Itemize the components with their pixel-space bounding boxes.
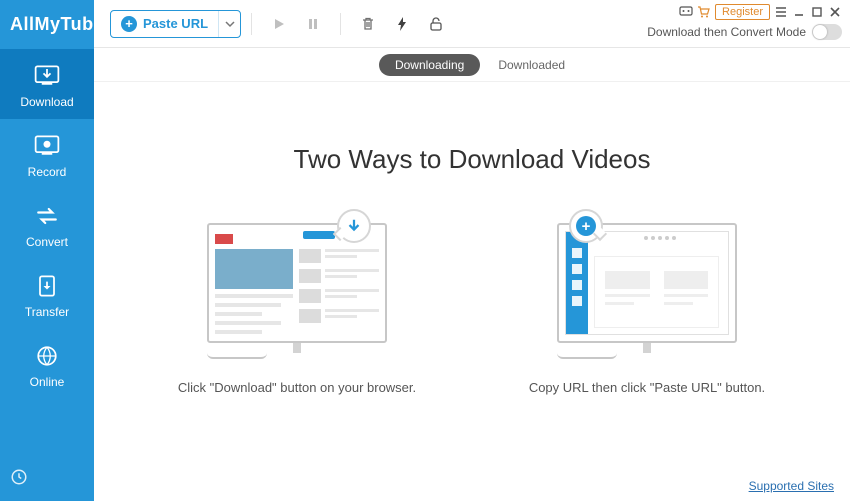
- convert-mode-toggle[interactable]: [812, 24, 842, 40]
- separator: [340, 13, 341, 35]
- sidebar-item-label: Convert: [26, 235, 68, 249]
- minimize-icon: [793, 6, 805, 18]
- paste-url-main[interactable]: + Paste URL: [111, 16, 218, 32]
- separator: [251, 13, 252, 35]
- menu-button[interactable]: [774, 5, 788, 19]
- turbo-button[interactable]: [391, 13, 413, 35]
- illustration-row: Click "Download" button on your browser.: [94, 223, 850, 397]
- main-area: + Paste URL: [94, 0, 850, 501]
- download-arrow-icon: [345, 217, 363, 235]
- record-icon: [32, 133, 62, 159]
- convert-mode-row: Download then Convert Mode: [647, 24, 842, 40]
- feedback-button[interactable]: [679, 5, 693, 19]
- convert-icon: [32, 203, 62, 229]
- pause-icon: [306, 17, 320, 31]
- globe-icon: [32, 343, 62, 369]
- pause-button[interactable]: [302, 13, 324, 35]
- cart-button[interactable]: [697, 5, 711, 19]
- method-browser-download: Click "Download" button on your browser.: [172, 223, 422, 397]
- clock-icon[interactable]: [10, 468, 28, 491]
- sidebar-item-label: Transfer: [25, 305, 69, 319]
- topbar: + Paste URL: [94, 0, 850, 48]
- unlock-button[interactable]: [425, 13, 447, 35]
- close-button[interactable]: [828, 5, 842, 19]
- sidebar-item-label: Record: [28, 165, 67, 179]
- window-controls: Register: [679, 4, 842, 20]
- monitor-illustration: +: [557, 223, 737, 359]
- paste-url-button[interactable]: + Paste URL: [110, 10, 241, 38]
- page-headline: Two Ways to Download Videos: [94, 144, 850, 175]
- app-root: AllMyTube Download Record Convert Transf…: [0, 0, 850, 501]
- toggle-knob: [813, 25, 827, 39]
- transfer-icon: [32, 273, 62, 299]
- paste-plus-bubble: +: [569, 209, 603, 243]
- minimize-button[interactable]: [792, 5, 806, 19]
- supported-sites-link[interactable]: Supported Sites: [749, 479, 834, 493]
- lightning-icon: [394, 16, 410, 32]
- download-arrow-bubble: [337, 209, 371, 243]
- paste-url-dropdown[interactable]: [218, 10, 240, 38]
- trash-icon: [360, 16, 376, 32]
- cart-icon: [697, 5, 711, 19]
- chat-icon: [679, 5, 693, 19]
- sidebar: AllMyTube Download Record Convert Transf…: [0, 0, 94, 501]
- tab-downloaded[interactable]: Downloaded: [498, 58, 565, 72]
- chevron-down-icon: [225, 19, 235, 29]
- monitor-illustration: [207, 223, 387, 359]
- sidebar-item-convert[interactable]: Convert: [0, 189, 94, 259]
- sidebar-item-transfer[interactable]: Transfer: [0, 259, 94, 329]
- content-area: Two Ways to Download Videos: [94, 82, 850, 501]
- sidebar-item-download[interactable]: Download: [0, 49, 94, 119]
- sidebar-item-record[interactable]: Record: [0, 119, 94, 189]
- tabbar: Downloading Downloaded: [94, 48, 850, 82]
- sidebar-item-online[interactable]: Online: [0, 329, 94, 399]
- sidebar-spacer: [0, 399, 94, 458]
- play-button[interactable]: [268, 13, 290, 35]
- sidebar-bottom: [0, 458, 94, 501]
- plus-icon: +: [121, 16, 137, 32]
- close-icon: [829, 6, 841, 18]
- method-paste-url: + Copy URL then click "Paste URL" button…: [522, 223, 772, 397]
- convert-mode-label: Download then Convert Mode: [647, 25, 806, 39]
- unlock-icon: [427, 15, 445, 33]
- register-button[interactable]: Register: [715, 4, 770, 20]
- maximize-icon: [811, 6, 823, 18]
- maximize-button[interactable]: [810, 5, 824, 19]
- topbar-right: Register Download then Convert M: [647, 4, 842, 40]
- caption-right: Copy URL then click "Paste URL" button.: [529, 379, 765, 397]
- hamburger-icon: [774, 5, 788, 19]
- caption-left: Click "Download" button on your browser.: [178, 379, 416, 397]
- sidebar-item-label: Online: [30, 375, 65, 389]
- download-icon: [32, 63, 62, 89]
- delete-button[interactable]: [357, 13, 379, 35]
- sidebar-item-label: Download: [20, 95, 73, 109]
- app-title: AllMyTube: [0, 0, 94, 49]
- tab-downloading[interactable]: Downloading: [379, 54, 480, 76]
- play-icon: [272, 17, 286, 31]
- browser-download-badge: [303, 231, 335, 239]
- paste-url-label: Paste URL: [143, 16, 208, 31]
